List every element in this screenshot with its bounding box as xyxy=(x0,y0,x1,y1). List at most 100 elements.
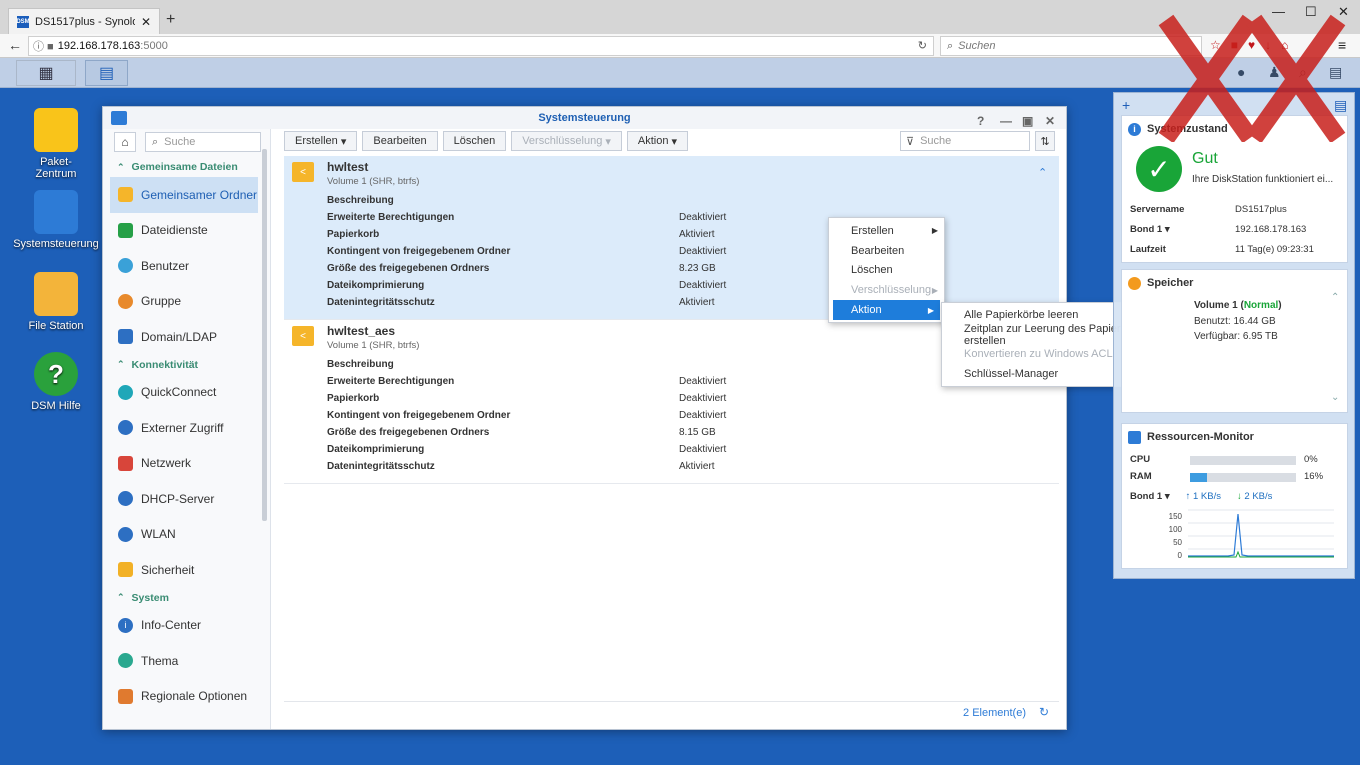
action-button[interactable]: Aktion ▾ xyxy=(626,131,689,151)
desktop-icon-file-station[interactable]: File Station xyxy=(6,272,106,332)
health-row[interactable]: Bond 1 ▾ 192.168.178.163 xyxy=(1130,224,1345,238)
sidebar-item-user[interactable]: Benutzer xyxy=(103,248,263,284)
sidebar-item-network[interactable]: Netzwerk xyxy=(103,446,263,482)
site-info-icon[interactable]: ⓘ ■ xyxy=(33,38,54,54)
create-label: Erstellen xyxy=(295,135,338,147)
row-value: 11 Tag(e) 09:23:31 xyxy=(1235,244,1314,255)
sidebar-item-shared-folder[interactable]: Gemeinsamer Ordner xyxy=(110,177,258,213)
refresh-icon[interactable]: ↻ xyxy=(1039,705,1049,719)
desktop-icon-dsm-help[interactable]: ? DSM Hilfe xyxy=(6,352,106,412)
menu-item-edit[interactable]: Bearbeiten xyxy=(829,241,944,261)
sidebar-item-quickconnect[interactable]: QuickConnect xyxy=(103,375,263,411)
section-title: Konnektivität xyxy=(131,358,199,371)
sidebar-item-info-center[interactable]: i Info-Center xyxy=(103,608,263,644)
sidebar-search-input[interactable]: ⌕ Suche xyxy=(145,132,261,152)
network-chart xyxy=(1188,509,1334,558)
folder-property: Beschreibung xyxy=(327,359,1027,376)
cpu-value: 0% xyxy=(1304,454,1318,465)
folder-property: Datenintegritätsschutz Aktiviert xyxy=(327,461,1027,478)
chevron-up-icon[interactable]: ⌃ xyxy=(1038,166,1047,179)
menu-item-delete[interactable]: Löschen xyxy=(829,261,944,281)
main-menu-button[interactable]: ▦ xyxy=(16,60,76,86)
new-tab-button[interactable]: + xyxy=(166,11,175,29)
delete-label: Löschen xyxy=(453,135,496,147)
menu-item-encryption[interactable]: Verschlüsselung ▶ xyxy=(829,280,944,300)
section-header-shared-files[interactable]: ⌃ Gemeinsame Dateien xyxy=(103,157,263,177)
volume-free: Verfügbar: 6.95 TB xyxy=(1194,331,1278,342)
property-key: Papierkorb xyxy=(327,229,380,240)
folder-search-placeholder: Suche xyxy=(920,135,952,147)
bond-selector[interactable]: Bond 1 ▾ xyxy=(1130,491,1170,502)
menu-item-action[interactable]: Aktion ▶ xyxy=(833,300,940,320)
y-tick: 150 xyxy=(1168,512,1182,521)
submenu-arrow-icon: ▶ xyxy=(931,226,938,236)
folder-search-input[interactable]: ⊽ Suche xyxy=(900,131,1030,151)
folder-volume: Volume 1 (SHR, btrfs) xyxy=(327,340,420,351)
row-value: 192.168.178.163 xyxy=(1235,224,1307,235)
folder-property: Größe des freigegebenen Ordners 8.15 GB xyxy=(327,427,1027,444)
submenu-arrow-icon: ▶ xyxy=(931,285,938,295)
section-header-system[interactable]: ⌃ System xyxy=(103,588,263,608)
sidebar-item-file-services[interactable]: Dateidienste xyxy=(103,213,263,249)
browser-tab[interactable]: DSM DS1517plus - Synology Disk ✕ xyxy=(8,8,160,34)
shopping-bag-icon xyxy=(34,108,78,152)
sidebar-scrollbar[interactable] xyxy=(262,149,267,521)
sidebar-item-domain-ldap[interactable]: Domain/LDAP xyxy=(103,319,263,355)
sidebar-item-group[interactable]: Gruppe xyxy=(103,284,263,320)
folder-volume: Volume 1 (SHR, btrfs) xyxy=(327,176,420,187)
sidebar-item-security[interactable]: Sicherheit xyxy=(103,552,263,588)
widget-title-text: Speicher xyxy=(1147,277,1194,289)
upload-value: 1 KB/s xyxy=(1193,491,1221,502)
property-key: Datenintegritätsschutz xyxy=(327,461,435,472)
delete-button[interactable]: Löschen xyxy=(442,131,507,151)
checkmark-icon: ✓ xyxy=(1136,146,1182,192)
desktop-icon-package-center[interactable]: Paket- Zentrum xyxy=(6,108,106,180)
resource-monitor-widget: Ressourcen-Monitor CPU 0% RAM 16% Bond 1 ▾… xyxy=(1121,423,1348,569)
sort-button[interactable]: ⇅ xyxy=(1035,131,1055,151)
wifi-icon xyxy=(118,526,133,542)
sidebar-item-dhcp-server[interactable]: DHCP-Server xyxy=(103,481,263,517)
desktop-icon-control-panel[interactable]: Systemsteuerung xyxy=(6,190,106,250)
control-panel-taskbar-button[interactable]: ▤ xyxy=(85,60,128,86)
property-key: Dateikomprimierung xyxy=(327,280,425,291)
window-title: Systemsteuerung xyxy=(538,112,631,124)
sidebar-item-label: WLAN xyxy=(141,527,176,542)
search-placeholder: Suchen xyxy=(958,40,996,52)
sidebar-list: ⌃ Gemeinsame Dateien Gemeinsamer Ordner D… xyxy=(103,157,263,714)
add-widget-icon[interactable]: + xyxy=(1122,97,1130,113)
folder-search-icon xyxy=(34,272,78,316)
sidebar-item-label: Dateidienste xyxy=(141,223,208,238)
chevron-down-icon[interactable]: ⌄ xyxy=(1331,392,1339,403)
property-key: Größe des freigegebenen Ordners xyxy=(327,427,490,438)
window-title-bar[interactable]: Systemsteuerung ? — ▣ ✕ xyxy=(103,107,1066,129)
section-header-connectivity[interactable]: ⌃ Konnektivität xyxy=(103,355,263,375)
encryption-button[interactable]: Verschlüsselung ▾ xyxy=(511,131,622,151)
folder-name: hwltest xyxy=(327,160,369,174)
sidebar-item-label: Regionale Optionen xyxy=(141,689,248,704)
edit-button[interactable]: Bearbeiten xyxy=(362,131,438,151)
back-arrow-icon[interactable]: ← xyxy=(8,37,22,53)
sidebar-item-label: Externer Zugriff xyxy=(141,420,224,435)
create-button[interactable]: Erstellen ▾ xyxy=(284,131,358,151)
address-bar[interactable]: ⓘ ■ 192.168.178.163:5000 ↻ xyxy=(28,36,934,56)
sidebar-item-wlan[interactable]: WLAN xyxy=(103,517,263,553)
chevron-up-icon[interactable]: ⌃ xyxy=(1331,292,1339,303)
cpu-row: CPU 0% xyxy=(1130,454,1345,468)
close-tab-icon[interactable]: ✕ xyxy=(141,15,151,29)
property-key: Datenintegritätsschutz xyxy=(327,297,435,308)
home-button[interactable]: ⌂ xyxy=(114,132,136,152)
property-key: Größe des freigegebenen Ordners xyxy=(327,263,490,274)
grid-icon: ▦ xyxy=(38,65,54,82)
reload-icon[interactable]: ↻ xyxy=(918,39,927,52)
sidebar-item-external-access[interactable]: Externer Zugriff xyxy=(103,410,263,446)
submenu-arrow-icon: ▶ xyxy=(927,305,934,315)
sidebar-item-regional-options[interactable]: Regionale Optionen xyxy=(103,679,263,715)
sidebar-item-theme[interactable]: Thema xyxy=(103,643,263,679)
watermark-logo xyxy=(1158,14,1346,142)
menu-item-create[interactable]: Erstellen ▶ xyxy=(829,221,944,241)
property-key: Erweiterte Berechtigungen xyxy=(327,212,455,223)
widget-title-text: Ressourcen-Monitor xyxy=(1147,431,1254,443)
home-icon: ⌂ xyxy=(121,135,129,149)
menu-item-label: Konvertieren zu Windows ACL xyxy=(964,348,1113,361)
url-host: 192.168.178.163 xyxy=(57,40,141,52)
